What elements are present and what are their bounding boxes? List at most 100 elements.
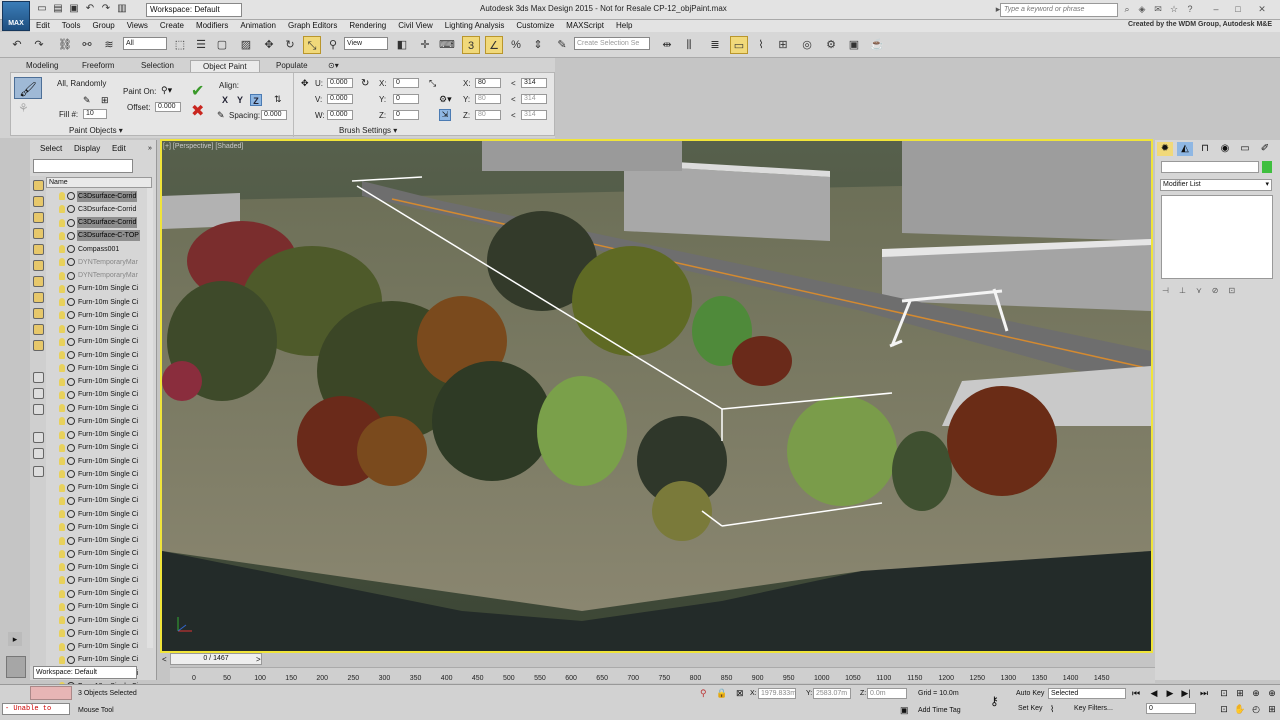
coord-z-input[interactable]: 0.0m [867, 688, 907, 699]
unlink-selection-icon[interactable]: ⚯ [78, 36, 96, 54]
object-list-icon[interactable]: ⊞ [101, 95, 109, 106]
list-item[interactable]: DYNTemporaryMar [46, 256, 146, 269]
align-y-button[interactable]: Y [234, 94, 246, 106]
visibility-bulb-icon[interactable] [59, 324, 65, 333]
visibility-bulb-icon[interactable] [59, 271, 65, 280]
previous-frame-icon[interactable]: ◀ [1148, 688, 1160, 699]
reference-coordinate-dropdown[interactable]: View [344, 37, 388, 50]
list-item[interactable]: Furn-10m Single Ci [46, 627, 146, 640]
tab-populate[interactable]: Populate [276, 60, 308, 72]
list-item[interactable]: Furn-10m Single Ci [46, 588, 146, 601]
scale-x-input[interactable]: 80 [475, 78, 501, 88]
align-z-button[interactable]: Z [250, 94, 262, 106]
current-frame-input[interactable]: 0 [1146, 703, 1196, 714]
display-tab-icon[interactable]: ▭ [1237, 142, 1253, 156]
undo-icon[interactable]: ↶ [8, 36, 26, 54]
time-slider[interactable]: 0 / 1467 [170, 653, 262, 665]
orbit-icon[interactable]: ◴ [1250, 704, 1262, 715]
visibility-bulb-icon[interactable] [59, 483, 65, 492]
set-key-button[interactable]: Set Key [1018, 705, 1043, 712]
align-icon[interactable]: ⫼ [680, 36, 698, 54]
list-item[interactable]: Furn-10m Single Ci [46, 309, 146, 322]
uniform-scale-icon[interactable]: ⇲ [439, 109, 451, 121]
visibility-bulb-icon[interactable] [59, 576, 65, 585]
utilities-tab-icon[interactable]: ✐ [1257, 142, 1273, 156]
zoom-all-icon[interactable]: ⊕ [1266, 688, 1278, 699]
rendered-frame-window-icon[interactable]: ▣ [845, 36, 863, 54]
menu-edit[interactable]: Edit [30, 20, 56, 32]
open-file-icon[interactable]: ▤ [52, 3, 64, 15]
visibility-bulb-icon[interactable] [59, 642, 65, 651]
play-icon[interactable]: ▶ [1164, 688, 1176, 699]
favorites-icon[interactable]: ☆ [1168, 3, 1180, 15]
menu-group[interactable]: Group [86, 20, 120, 32]
visibility-bulb-icon[interactable] [59, 218, 65, 227]
scale-y-input[interactable]: 80 [475, 94, 501, 104]
list-item[interactable]: Furn-10m Single Ci [46, 482, 146, 495]
paint-objects-panel-title[interactable]: Paint Objects ▾ [69, 126, 123, 135]
selection-filter-dropdown[interactable]: All [123, 37, 167, 50]
visibility-bulb-icon[interactable] [59, 205, 65, 214]
menu-graph-editors[interactable]: Graph Editors [282, 20, 343, 32]
tab-object-paint[interactable]: Object Paint [190, 60, 260, 72]
maxscript-listener-button[interactable] [6, 656, 26, 678]
list-item[interactable]: Furn-10m Single Ci [46, 362, 146, 375]
ribbon-options-icon[interactable]: ⊙▾ [328, 60, 339, 72]
zoom-extents-icon[interactable]: ⊡ [1218, 704, 1230, 715]
menu-modifiers[interactable]: Modifiers [190, 20, 234, 32]
menu-maxscript[interactable]: MAXScript [560, 20, 610, 32]
select-all-icon[interactable] [33, 372, 44, 383]
select-and-move-icon[interactable]: ✥ [260, 36, 278, 54]
menu-rendering[interactable]: Rendering [343, 20, 392, 32]
menu-edit[interactable]: Edit [112, 143, 126, 155]
visibility-bulb-icon[interactable] [59, 510, 65, 519]
application-menu-button[interactable]: MAX [2, 1, 30, 31]
visibility-bulb-icon[interactable] [59, 337, 65, 346]
absolute-mode-icon[interactable]: ⊠ [736, 688, 744, 699]
time-configuration-icon[interactable]: ⊞ [1234, 688, 1246, 699]
go-to-end-icon[interactable]: ⏭ [1198, 688, 1210, 699]
keyboard-shortcut-override-icon[interactable]: ⌨ [438, 36, 456, 54]
list-item[interactable]: Furn-10m Single Ci [46, 535, 146, 548]
select-invert-icon[interactable] [33, 404, 44, 415]
filter-lights-icon[interactable] [33, 212, 44, 223]
cancel-x-icon[interactable]: ✖ [191, 101, 204, 121]
list-item[interactable]: Furn-10m Single Ci [46, 574, 146, 587]
visibility-bulb-icon[interactable] [59, 589, 65, 598]
list-item[interactable]: Furn-10m Single Ci [46, 349, 146, 362]
list-item[interactable]: Furn-10m Single Ci [46, 283, 146, 296]
select-none-icon[interactable] [33, 388, 44, 399]
visibility-bulb-icon[interactable] [59, 443, 65, 452]
fill-count-input[interactable]: 10 [83, 109, 107, 119]
u-input[interactable]: 0.000 [327, 78, 353, 88]
list-item[interactable]: C3Dsurface-C-TOP [46, 230, 146, 243]
sync-selection-icon[interactable] [33, 432, 44, 443]
menu-customize[interactable]: Customize [510, 20, 560, 32]
tab-freeform[interactable]: Freeform [82, 60, 114, 72]
search-arrow-icon[interactable]: ▸ [992, 3, 1004, 15]
visibility-bulb-icon[interactable] [59, 390, 65, 399]
list-item[interactable]: Furn-10m Single Ci [46, 468, 146, 481]
list-item[interactable]: C3Dsurface-Corrid [46, 203, 146, 216]
list-item[interactable]: Furn-10m Single Ci [46, 641, 146, 654]
go-to-start-icon[interactable]: ⏮ [1130, 688, 1142, 699]
undo-icon[interactable]: ↶ [84, 3, 96, 15]
offset-input[interactable]: 0.000 [155, 102, 181, 112]
snaps-toggle-icon[interactable]: 3 [462, 36, 480, 54]
menu-animation[interactable]: Animation [234, 20, 282, 32]
close-icon[interactable]: ✕ [1256, 3, 1268, 15]
maximize-viewport-icon[interactable]: ⊞ [1266, 704, 1278, 715]
filter-bones-icon[interactable] [33, 308, 44, 319]
select-and-link-icon[interactable]: ⛓ [56, 36, 74, 54]
key-icon[interactable]: ⚷ [990, 694, 999, 708]
align-x-button[interactable]: X [219, 94, 231, 106]
maxscript-output[interactable]: - Unable to [2, 703, 70, 715]
visibility-bulb-icon[interactable] [59, 258, 65, 267]
create-tab-icon[interactable]: ✹ [1157, 142, 1173, 156]
time-tag-icon[interactable]: ▣ [900, 705, 909, 716]
workspace-dropdown[interactable]: Workspace: Default [146, 3, 242, 17]
edit-objects-icon[interactable]: ✎ [83, 95, 91, 106]
scale-z-max-input[interactable]: 314 [521, 110, 547, 120]
tab-modeling[interactable]: Modeling [26, 60, 58, 72]
scale-y-max-input[interactable]: 314 [521, 94, 547, 104]
